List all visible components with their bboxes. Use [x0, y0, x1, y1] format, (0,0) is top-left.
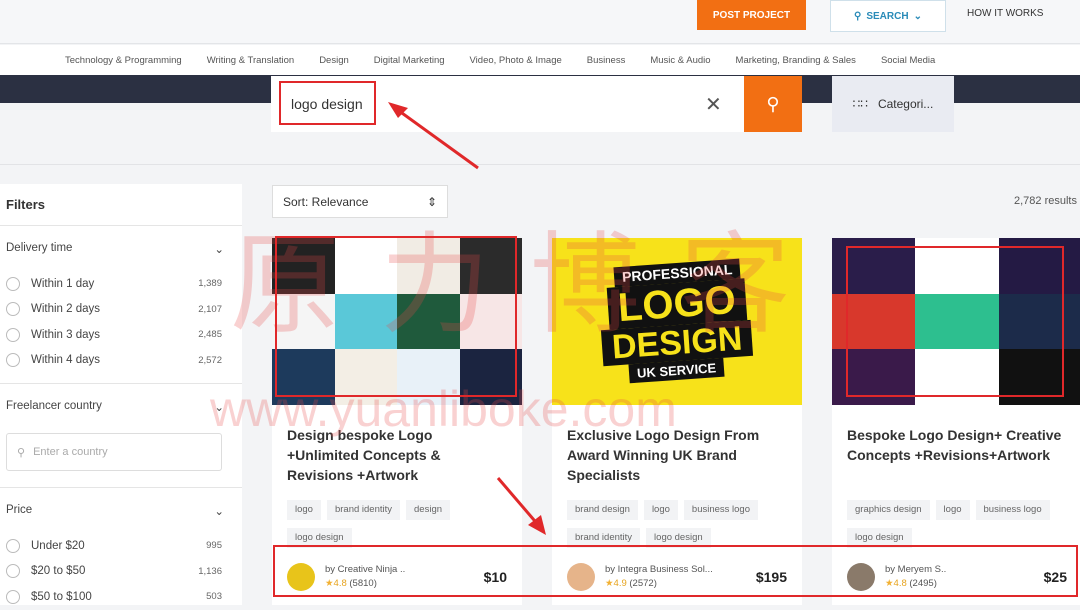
arrow-line: [496, 477, 542, 528]
annotation-arrows: [388, 102, 546, 535]
arrow-line: [394, 106, 479, 170]
